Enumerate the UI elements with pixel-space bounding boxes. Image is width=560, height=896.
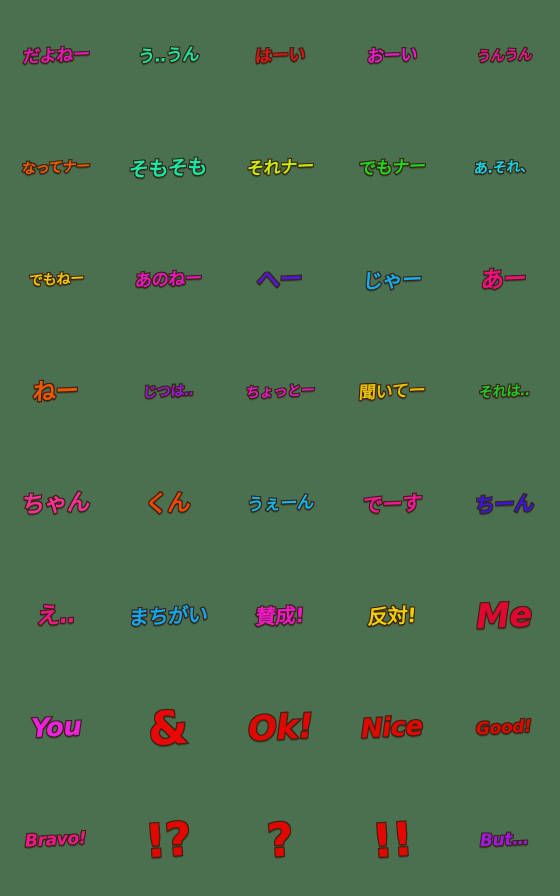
emoji-aa: あー <box>480 264 529 294</box>
emoji-cell[interactable]: ? <box>224 784 336 896</box>
emoji-sorewa: それは‥ <box>477 382 531 402</box>
emoji-chan: ちゃん <box>20 488 92 519</box>
emoji-cell[interactable]: だよねー <box>0 0 112 112</box>
emoji-cell[interactable]: 反対! <box>336 560 448 672</box>
emoji-ooi: おーい <box>365 43 419 67</box>
emoji-cell[interactable]: なってナー <box>0 112 112 224</box>
emoji-chiin: ちーん <box>473 490 536 519</box>
emoji-cell[interactable]: あのねー <box>112 224 224 336</box>
emoji-cell[interactable]: Bravo! <box>0 784 112 896</box>
emoji-cell[interactable]: Nice <box>336 672 448 784</box>
emoji-cell[interactable]: Me <box>448 560 560 672</box>
emoji-ok: Ok! <box>245 705 314 751</box>
emoji-uun: う‥うん <box>136 43 201 68</box>
emoji-cell[interactable]: う‥うん <box>112 0 224 112</box>
emoji-good: Good! <box>475 715 534 740</box>
emoji-cell[interactable]: それナー <box>224 112 336 224</box>
emoji-me: Me <box>474 593 534 638</box>
emoji-ampersand: & <box>145 699 190 758</box>
emoji-nice: Nice <box>359 710 424 745</box>
emoji-cell[interactable]: おーい <box>336 0 448 112</box>
emoji-haai: はーい <box>253 43 307 67</box>
emoji-cell[interactable]: うぇーん <box>224 448 336 560</box>
emoji-kun: くん <box>144 488 193 518</box>
emoji-cell[interactable]: でもねー <box>0 224 112 336</box>
emoji-natsute-naa: なってナー <box>20 157 91 178</box>
emoji-question: ? <box>264 811 296 869</box>
emoji-cell[interactable]: !? <box>112 784 224 896</box>
emoji-cell[interactable]: でーす <box>336 448 448 560</box>
emoji-a-sore: あ.それ、 <box>472 158 535 179</box>
emoji-cell[interactable]: 聞いてー <box>336 336 448 448</box>
emoji-demo-nee: でもねー <box>27 270 85 291</box>
emoji-e: え‥ <box>35 601 76 631</box>
emoji-bravo: Bravo! <box>24 827 88 852</box>
emoji-ano-nee: あのねー <box>133 267 203 292</box>
emoji-cell[interactable]: You <box>0 672 112 784</box>
emoji-cell[interactable]: でもナー <box>336 112 448 224</box>
emoji-cell[interactable]: But… <box>448 784 560 896</box>
emoji-cell[interactable]: あー <box>448 224 560 336</box>
emoji-cell[interactable]: Good! <box>448 672 560 784</box>
emoji-dayone: だよねー <box>21 43 91 68</box>
emoji-double-exclamation: !! <box>369 811 415 870</box>
emoji-cell[interactable]: そもそも <box>112 112 224 224</box>
emoji-sansei: 賛成! <box>254 602 306 630</box>
emoji-unun: うんうん <box>475 46 533 67</box>
emoji-hee: へー <box>256 264 305 294</box>
emoji-cell[interactable]: くん <box>112 448 224 560</box>
emoji-somosomo: そもそも <box>127 153 209 183</box>
emoji-cell[interactable]: & <box>112 672 224 784</box>
emoji-cell[interactable]: それは‥ <box>448 336 560 448</box>
emoji-but: But… <box>478 827 530 852</box>
emoji-cell[interactable]: うんうん <box>448 0 560 112</box>
emoji-you: You <box>29 711 83 746</box>
emoji-cell[interactable]: まちがい <box>112 560 224 672</box>
emoji-nee: ねー <box>32 376 81 406</box>
emoji-ween: うぇーん <box>245 491 315 516</box>
emoji-cell[interactable]: ちゃん <box>0 448 112 560</box>
emoji-sore-naa: それナー <box>245 155 315 180</box>
emoji-machigai: まちがい <box>127 601 209 631</box>
emoji-cell[interactable]: じつは‥ <box>112 336 224 448</box>
emoji-jitsuwa: じつは‥ <box>141 382 195 402</box>
emoji-cell[interactable]: ちーん <box>448 448 560 560</box>
emoji-cell[interactable]: じゃー <box>336 224 448 336</box>
emoji-cell[interactable]: !! <box>336 784 448 896</box>
emoji-jaa: じゃー <box>361 266 424 295</box>
emoji-cell[interactable]: ちょっとー <box>224 336 336 448</box>
emoji-sticker-sheet: だよねー う‥うん はーい おーい うんうんなってナー そもそも それナー でもナー あ.それ、… <box>0 0 560 896</box>
emoji-chotto: ちょっとー <box>244 381 316 402</box>
emoji-cell[interactable]: え‥ <box>0 560 112 672</box>
emoji-cell[interactable]: Ok! <box>224 672 336 784</box>
emoji-demo-naa: でもナー <box>357 155 427 180</box>
emoji-kiite: 聞いてー <box>357 379 427 404</box>
emoji-interrobang: !? <box>142 810 194 869</box>
emoji-cell[interactable]: はーい <box>224 0 336 112</box>
emoji-cell[interactable]: へー <box>224 224 336 336</box>
emoji-cell[interactable]: あ.それ、 <box>448 112 560 224</box>
emoji-cell[interactable]: ねー <box>0 336 112 448</box>
emoji-hantai: 反対! <box>366 602 418 630</box>
emoji-cell[interactable]: 賛成! <box>224 560 336 672</box>
emoji-desu: でーす <box>361 490 424 519</box>
